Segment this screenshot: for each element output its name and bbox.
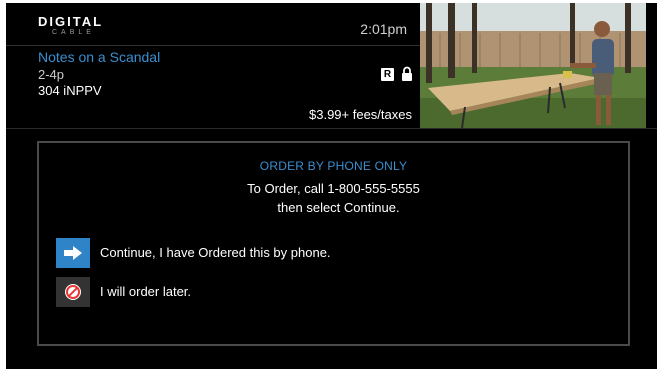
program-preview-thumbnail	[420, 3, 646, 128]
program-channel: 304 iNPPV	[38, 83, 102, 98]
digital-cable-logo: DIGITAL CABLE	[38, 15, 128, 41]
logo-main: DIGITAL	[38, 14, 104, 29]
clock-time: 2:01pm	[360, 21, 407, 37]
lock-icon	[402, 66, 412, 81]
continue-ordered-option[interactable]: Continue, I have Ordered this by phone.	[56, 238, 556, 268]
price-text: $3.99+ fees/taxes	[309, 107, 412, 122]
dialog-instruction-line-1: To Order, call 1-800-555-5555	[247, 181, 420, 196]
logo-sub: CABLE	[52, 29, 95, 36]
program-title: Notes on a Scandal	[38, 49, 161, 65]
order-dialog: ORDER BY PHONE ONLY To Order, call 1-800…	[37, 141, 630, 346]
dialog-instruction-line-2: then select Continue.	[277, 200, 400, 215]
no-entry-icon	[56, 277, 90, 307]
rating-badge: R	[381, 68, 394, 81]
order-later-option[interactable]: I will order later.	[56, 277, 556, 307]
screen: DIGITAL CABLE 2:01pm Notes on a Scandal …	[6, 3, 657, 369]
header-divider	[6, 45, 420, 46]
program-time: 2-4p	[38, 67, 65, 82]
order-later-option-label: I will order later.	[100, 284, 192, 299]
header-bottom-divider	[6, 128, 657, 129]
header: DIGITAL CABLE 2:01pm Notes on a Scandal …	[6, 3, 657, 128]
dialog-heading: ORDER BY PHONE ONLY	[259, 159, 408, 173]
continue-option-label: Continue, I have Ordered this by phone.	[100, 245, 331, 260]
arrow-right-icon	[56, 238, 90, 268]
